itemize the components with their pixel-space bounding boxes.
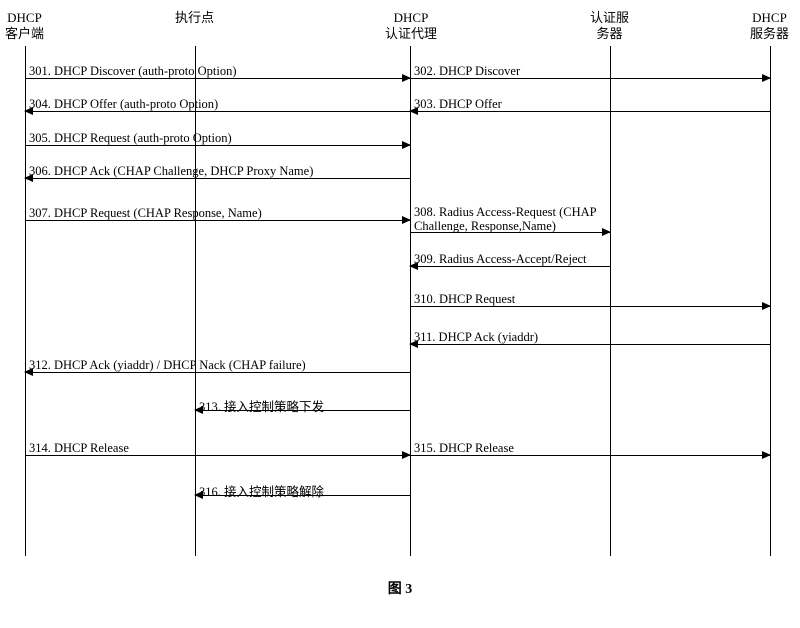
msg-314: 314. DHCP Release — [25, 455, 410, 471]
msg-303: 303. DHCP Offer — [410, 111, 770, 127]
msg-316-label: 316. 接入控制策略解除 — [199, 481, 324, 500]
msg-302-label: 302. DHCP Discover — [414, 64, 520, 79]
sequence-diagram: DHCP 客户端 执行点 DHCP 认证代理 认证服 务器 DHCP 服务器 3… — [10, 10, 790, 570]
msg-315: 315. DHCP Release — [410, 455, 770, 471]
msg-308: 308. Radius Access-Request (CHAP Challen… — [410, 232, 610, 248]
msg-313-label: 313. 接入控制策略下发 — [199, 396, 324, 415]
msg-304-label: 304. DHCP Offer (auth-proto Option) — [29, 97, 218, 112]
msg-307: 307. DHCP Request (CHAP Response, Name) — [25, 220, 410, 236]
msg-306-label: 306. DHCP Ack (CHAP Challenge, DHCP Prox… — [29, 164, 313, 179]
actor-dhcp-client: DHCP 客户端 — [5, 10, 44, 41]
figure-caption: 图 3 — [10, 578, 790, 598]
msg-301-label: 301. DHCP Discover (auth-proto Option) — [29, 64, 237, 79]
msg-311: 311. DHCP Ack (yiaddr) — [410, 344, 770, 360]
msg-310-label: 310. DHCP Request — [414, 292, 515, 307]
msg-307-label: 307. DHCP Request (CHAP Response, Name) — [29, 206, 262, 221]
msg-314-label: 314. DHCP Release — [29, 441, 129, 456]
msg-302: 302. DHCP Discover — [410, 78, 770, 94]
msg-305: 305. DHCP Request (auth-proto Option) — [25, 145, 410, 161]
msg-301: 301. DHCP Discover (auth-proto Option) — [25, 78, 410, 94]
msg-312: 312. DHCP Ack (yiaddr) / DHCP Nack (CHAP… — [25, 372, 410, 388]
msg-306: 306. DHCP Ack (CHAP Challenge, DHCP Prox… — [25, 178, 410, 194]
msg-304: 304. DHCP Offer (auth-proto Option) — [25, 111, 410, 127]
msg-311-label: 311. DHCP Ack (yiaddr) — [414, 330, 538, 345]
msg-309-label: 309. Radius Access-Accept/Reject — [414, 252, 587, 267]
actor-dhcp-server: DHCP 服务器 — [750, 10, 789, 41]
msg-309: 309. Radius Access-Accept/Reject — [410, 266, 610, 282]
actor-auth-server: 认证服 务器 — [590, 10, 629, 41]
msg-316: 316. 接入控制策略解除 — [195, 495, 410, 511]
msg-315-label: 315. DHCP Release — [414, 441, 514, 456]
msg-310: 310. DHCP Request — [410, 306, 770, 322]
actor-dhcp-auth-proxy: DHCP 认证代理 — [385, 10, 437, 41]
msg-303-label: 303. DHCP Offer — [414, 97, 502, 112]
msg-305-label: 305. DHCP Request (auth-proto Option) — [29, 131, 232, 146]
msg-312-label: 312. DHCP Ack (yiaddr) / DHCP Nack (CHAP… — [29, 358, 306, 373]
msg-313: 313. 接入控制策略下发 — [195, 410, 410, 426]
lifeline-server — [770, 46, 771, 556]
actor-exec-point: 执行点 — [175, 10, 214, 26]
